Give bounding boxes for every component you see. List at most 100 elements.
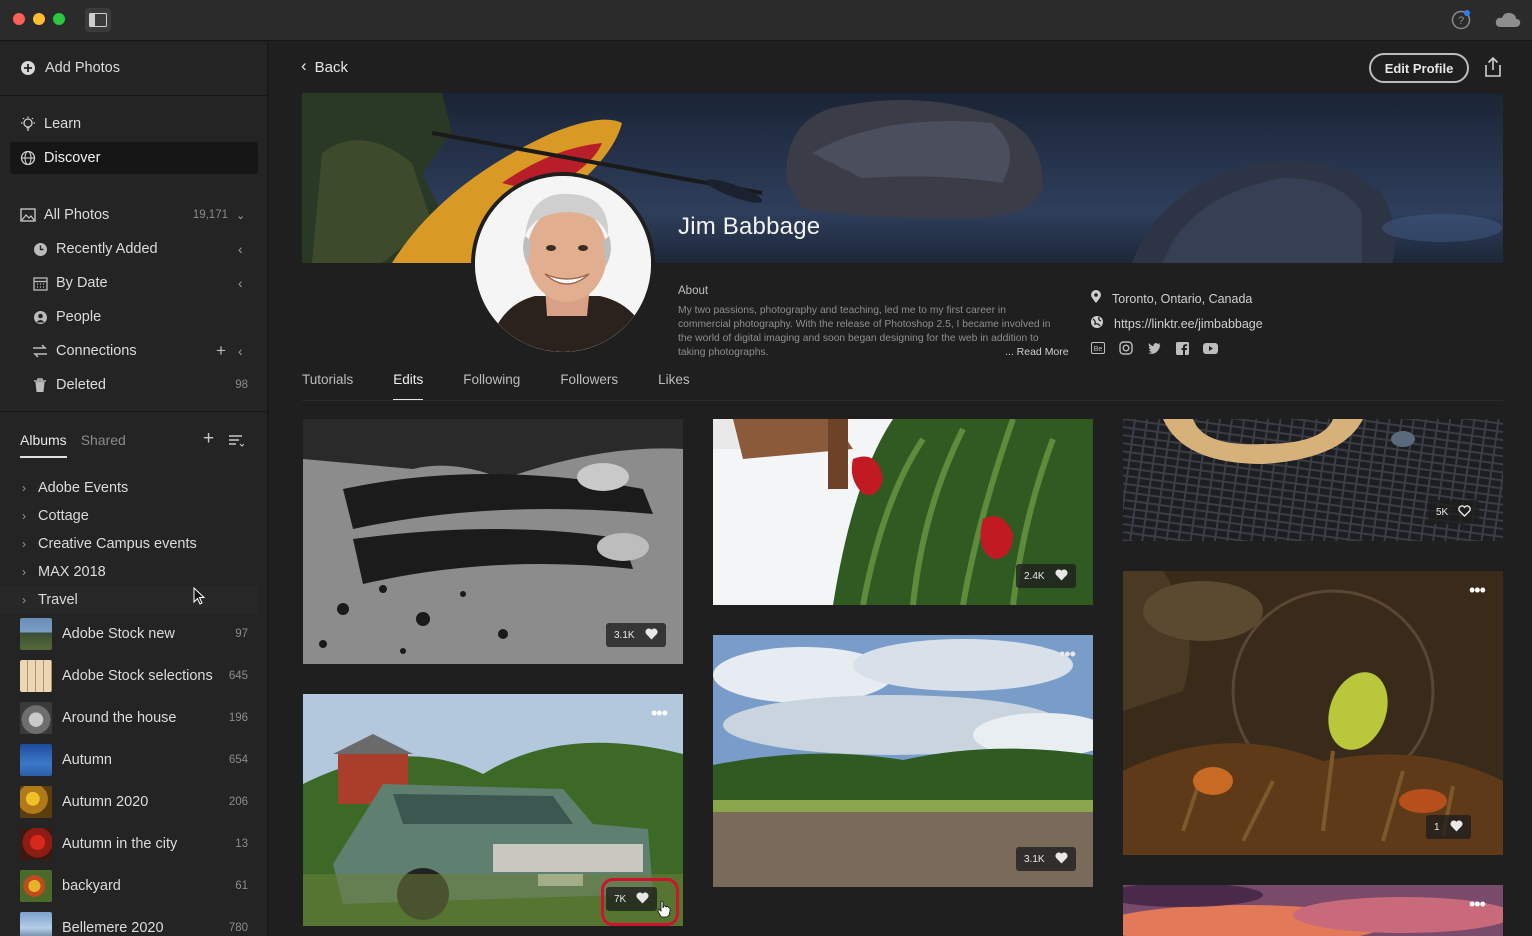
tab-followers[interactable]: Followers bbox=[560, 372, 618, 401]
facebook-icon[interactable] bbox=[1174, 340, 1190, 356]
chevron-left-icon[interactable]: ‹ bbox=[238, 275, 243, 291]
chevron-down-icon[interactable]: ⌄ bbox=[236, 209, 245, 222]
folder-max-2018[interactable]: › MAX 2018 bbox=[0, 559, 258, 585]
album-label: Adobe Stock new bbox=[62, 626, 175, 642]
album-around-the-house[interactable]: Around the house 196 bbox=[0, 699, 267, 737]
sidebar-item-deleted[interactable]: Deleted 98 bbox=[0, 370, 267, 400]
tab-shared[interactable]: Shared bbox=[81, 432, 126, 458]
connections-icon bbox=[32, 343, 48, 359]
album-count: 13 bbox=[235, 838, 248, 850]
youtube-icon[interactable] bbox=[1202, 340, 1218, 356]
back-button[interactable]: ‹ Back bbox=[301, 56, 348, 76]
tab-likes[interactable]: Likes bbox=[658, 372, 690, 401]
sidebar-item-discover[interactable]: Discover bbox=[0, 143, 267, 173]
help-icon[interactable]: ? bbox=[1451, 10, 1471, 30]
more-options-icon[interactable]: ••• bbox=[1469, 581, 1486, 599]
likes-badge[interactable]: 3.1K bbox=[606, 623, 666, 647]
photo-card[interactable]: ••• 1 bbox=[1123, 571, 1503, 855]
likes-badge[interactable]: 3.1K bbox=[1016, 847, 1076, 871]
heart-icon[interactable] bbox=[1055, 569, 1068, 584]
album-label: Around the house bbox=[62, 710, 177, 726]
add-icon[interactable]: + bbox=[216, 341, 226, 361]
likes-badge[interactable]: 1 bbox=[1426, 815, 1471, 839]
sidebar-item-connections[interactable]: Connections + ‹ bbox=[0, 336, 267, 366]
heart-icon[interactable] bbox=[1055, 852, 1068, 867]
folder-cottage[interactable]: › Cottage bbox=[0, 503, 258, 529]
photo-card[interactable]: 5K bbox=[1123, 419, 1503, 541]
likes-badge[interactable]: 2.4K bbox=[1016, 564, 1076, 588]
website-row[interactable]: https://linktr.ee/jimbabbage bbox=[1090, 315, 1263, 332]
read-more-link[interactable]: ... Read More bbox=[1001, 346, 1069, 358]
add-photos-button[interactable]: Add Photos bbox=[0, 53, 267, 83]
album-count: 61 bbox=[235, 880, 248, 892]
behance-icon[interactable]: Be bbox=[1090, 340, 1106, 356]
album-thumbnail bbox=[20, 702, 52, 734]
social-links: Be bbox=[1090, 340, 1218, 356]
more-options-icon[interactable]: ••• bbox=[1469, 895, 1486, 913]
chevron-left-icon[interactable]: ‹ bbox=[238, 241, 243, 257]
album-thumbnail bbox=[20, 828, 52, 860]
lightbulb-icon bbox=[20, 116, 36, 132]
photo-card[interactable]: 2.4K bbox=[713, 419, 1093, 605]
about-label: About bbox=[678, 285, 709, 297]
photo-card[interactable]: 3.1K bbox=[303, 419, 683, 664]
sidebar-item-by-date[interactable]: By Date ‹ bbox=[0, 268, 267, 298]
website-link[interactable]: https://linktr.ee/jimbabbage bbox=[1114, 317, 1263, 331]
album-count: 654 bbox=[228, 754, 248, 766]
sidebar-item-people[interactable]: People bbox=[0, 302, 267, 332]
album-bellemere-2020[interactable]: Bellemere 2020 780 bbox=[0, 909, 267, 936]
zoom-window-button[interactable] bbox=[53, 13, 65, 25]
main-content: ‹ Back Edit Profile Jim Babbage About My… bbox=[269, 42, 1532, 936]
twitter-icon[interactable] bbox=[1146, 340, 1162, 356]
likes-count: 5K bbox=[1436, 506, 1449, 518]
tab-albums[interactable]: Albums bbox=[20, 432, 67, 458]
add-circle-icon bbox=[20, 60, 36, 76]
album-autumn-in-the-city[interactable]: Autumn in the city 13 bbox=[0, 825, 267, 863]
album-label: Autumn in the city bbox=[62, 836, 178, 852]
photo-card[interactable]: ••• bbox=[1123, 885, 1503, 936]
chevron-right-icon: › bbox=[22, 509, 26, 523]
minimize-window-button[interactable] bbox=[33, 13, 45, 25]
tab-edits[interactable]: Edits bbox=[393, 372, 424, 401]
folder-adobe-events[interactable]: › Adobe Events bbox=[0, 475, 258, 501]
edit-profile-button[interactable]: Edit Profile bbox=[1369, 53, 1469, 83]
album-backyard[interactable]: backyard 61 bbox=[0, 867, 267, 905]
chevron-left-icon[interactable]: ‹ bbox=[238, 343, 243, 359]
deleted-count: 98 bbox=[235, 379, 248, 391]
album-count: 196 bbox=[228, 712, 248, 724]
sidebar-item-learn[interactable]: Learn bbox=[0, 109, 267, 139]
sidebar-toggle-icon[interactable] bbox=[85, 8, 111, 32]
svg-text:Be: Be bbox=[1094, 346, 1103, 353]
tab-following[interactable]: Following bbox=[463, 372, 520, 401]
instagram-icon[interactable] bbox=[1118, 340, 1134, 356]
album-thumbnail bbox=[20, 744, 52, 776]
album-label: Autumn 2020 bbox=[62, 794, 149, 810]
tab-tutorials[interactable]: Tutorials bbox=[302, 372, 353, 401]
sidebar-item-all-photos[interactable]: All Photos 19,171 ⌄ bbox=[0, 200, 267, 230]
likes-badge[interactable]: 5K bbox=[1428, 500, 1480, 524]
close-window-button[interactable] bbox=[13, 13, 25, 25]
likes-count: 3.1K bbox=[1024, 853, 1045, 865]
more-options-icon[interactable]: ••• bbox=[651, 704, 668, 722]
add-album-icon[interactable]: + bbox=[203, 428, 214, 450]
sort-icon[interactable] bbox=[228, 434, 245, 452]
more-options-icon[interactable]: ••• bbox=[1059, 645, 1076, 663]
heart-icon[interactable] bbox=[1450, 820, 1463, 835]
photo-card[interactable]: ••• 3.1K bbox=[713, 635, 1093, 887]
heart-outline-icon[interactable] bbox=[1458, 504, 1472, 520]
add-photos-label: Add Photos bbox=[45, 60, 120, 76]
album-adobe-stock-new[interactable]: Adobe Stock new 97 bbox=[0, 615, 267, 653]
sidebar-item-recently-added[interactable]: Recently Added ‹ bbox=[0, 234, 267, 264]
album-adobe-stock-selections[interactable]: Adobe Stock selections 645 bbox=[0, 657, 267, 695]
album-autumn-2020[interactable]: Autumn 2020 206 bbox=[0, 783, 267, 821]
folder-travel[interactable]: › Travel bbox=[0, 587, 258, 613]
sidebar: Add Photos Learn Discover All Photos 19,… bbox=[0, 42, 268, 936]
photos-icon bbox=[20, 207, 36, 223]
folder-creative-campus-events[interactable]: › Creative Campus events bbox=[0, 531, 258, 557]
cloud-icon[interactable] bbox=[1494, 10, 1522, 30]
album-autumn[interactable]: Autumn 654 bbox=[0, 741, 267, 779]
deleted-label: Deleted bbox=[56, 377, 106, 393]
share-icon[interactable] bbox=[1482, 56, 1504, 78]
heart-icon[interactable] bbox=[645, 628, 658, 643]
albums-tabs: Albums Shared bbox=[20, 432, 126, 458]
